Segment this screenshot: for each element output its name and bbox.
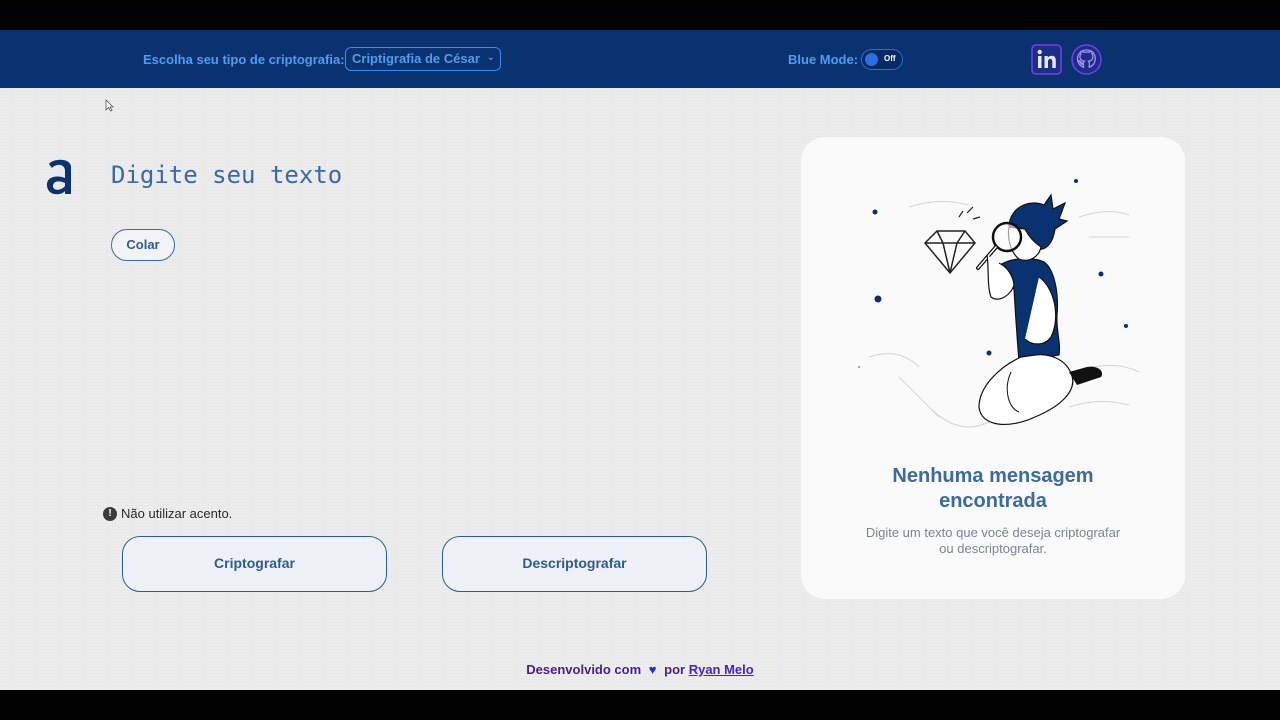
output-card: Nenhuma mensagem encontrada Digite um te… (801, 137, 1185, 599)
linkedin-icon[interactable] (1031, 44, 1062, 75)
author-link[interactable]: Ryan Melo (689, 662, 754, 677)
heart-icon: ♥ (648, 662, 657, 677)
empty-sub-line1: Digite um texto que você deseja criptogr… (865, 525, 1121, 540)
blue-mode-label: Blue Mode: (788, 52, 859, 67)
crypto-type-select[interactable]: Criptigrafia de César ⌄ (345, 47, 501, 71)
empty-title-line1: Nenhuma mensagem (892, 465, 1094, 487)
app-window: Escolha seu tipo de criptografia: Cripti… (0, 30, 1280, 690)
footer-by: por (664, 662, 686, 677)
encrypt-button[interactable]: Criptografar (122, 536, 387, 592)
crypto-type-label: Escolha seu tipo de criptografia: (143, 52, 345, 67)
blue-mode-toggle[interactable]: Off (861, 49, 903, 70)
footer-prefix: Desenvolvido com (526, 662, 642, 677)
message-input[interactable]: Digite seu texto (111, 161, 731, 189)
paste-button[interactable]: Colar (111, 229, 175, 261)
accent-warning: ! Não utilizar acento. (103, 506, 232, 521)
warning-icon: ! (103, 506, 117, 521)
logo-a-icon (46, 159, 71, 195)
toggle-state: Off (884, 54, 896, 63)
empty-sub-line2: ou descriptografar. (939, 541, 1047, 556)
chevron-down-icon: ⌄ (486, 52, 495, 63)
github-icon[interactable] (1071, 44, 1102, 75)
warning-text: Não utilizar acento. (121, 506, 233, 521)
empty-state-subtitle: Digite um texto que você deseja criptogr… (801, 525, 1185, 557)
crypto-type-selected: Criptigrafia de César (352, 51, 480, 66)
empty-title-line2: encontrada (939, 490, 1047, 512)
footer: Desenvolvido com ♥ por Ryan Melo (0, 662, 1280, 677)
decrypt-button[interactable]: Descriptografar (442, 536, 707, 592)
cursor-icon (105, 99, 114, 112)
toggle-knob (865, 52, 878, 66)
top-bar: Escolha seu tipo de criptografia: Cripti… (0, 30, 1280, 88)
search-illustration (857, 179, 1140, 428)
empty-state-title: Nenhuma mensagem encontrada (801, 464, 1185, 514)
